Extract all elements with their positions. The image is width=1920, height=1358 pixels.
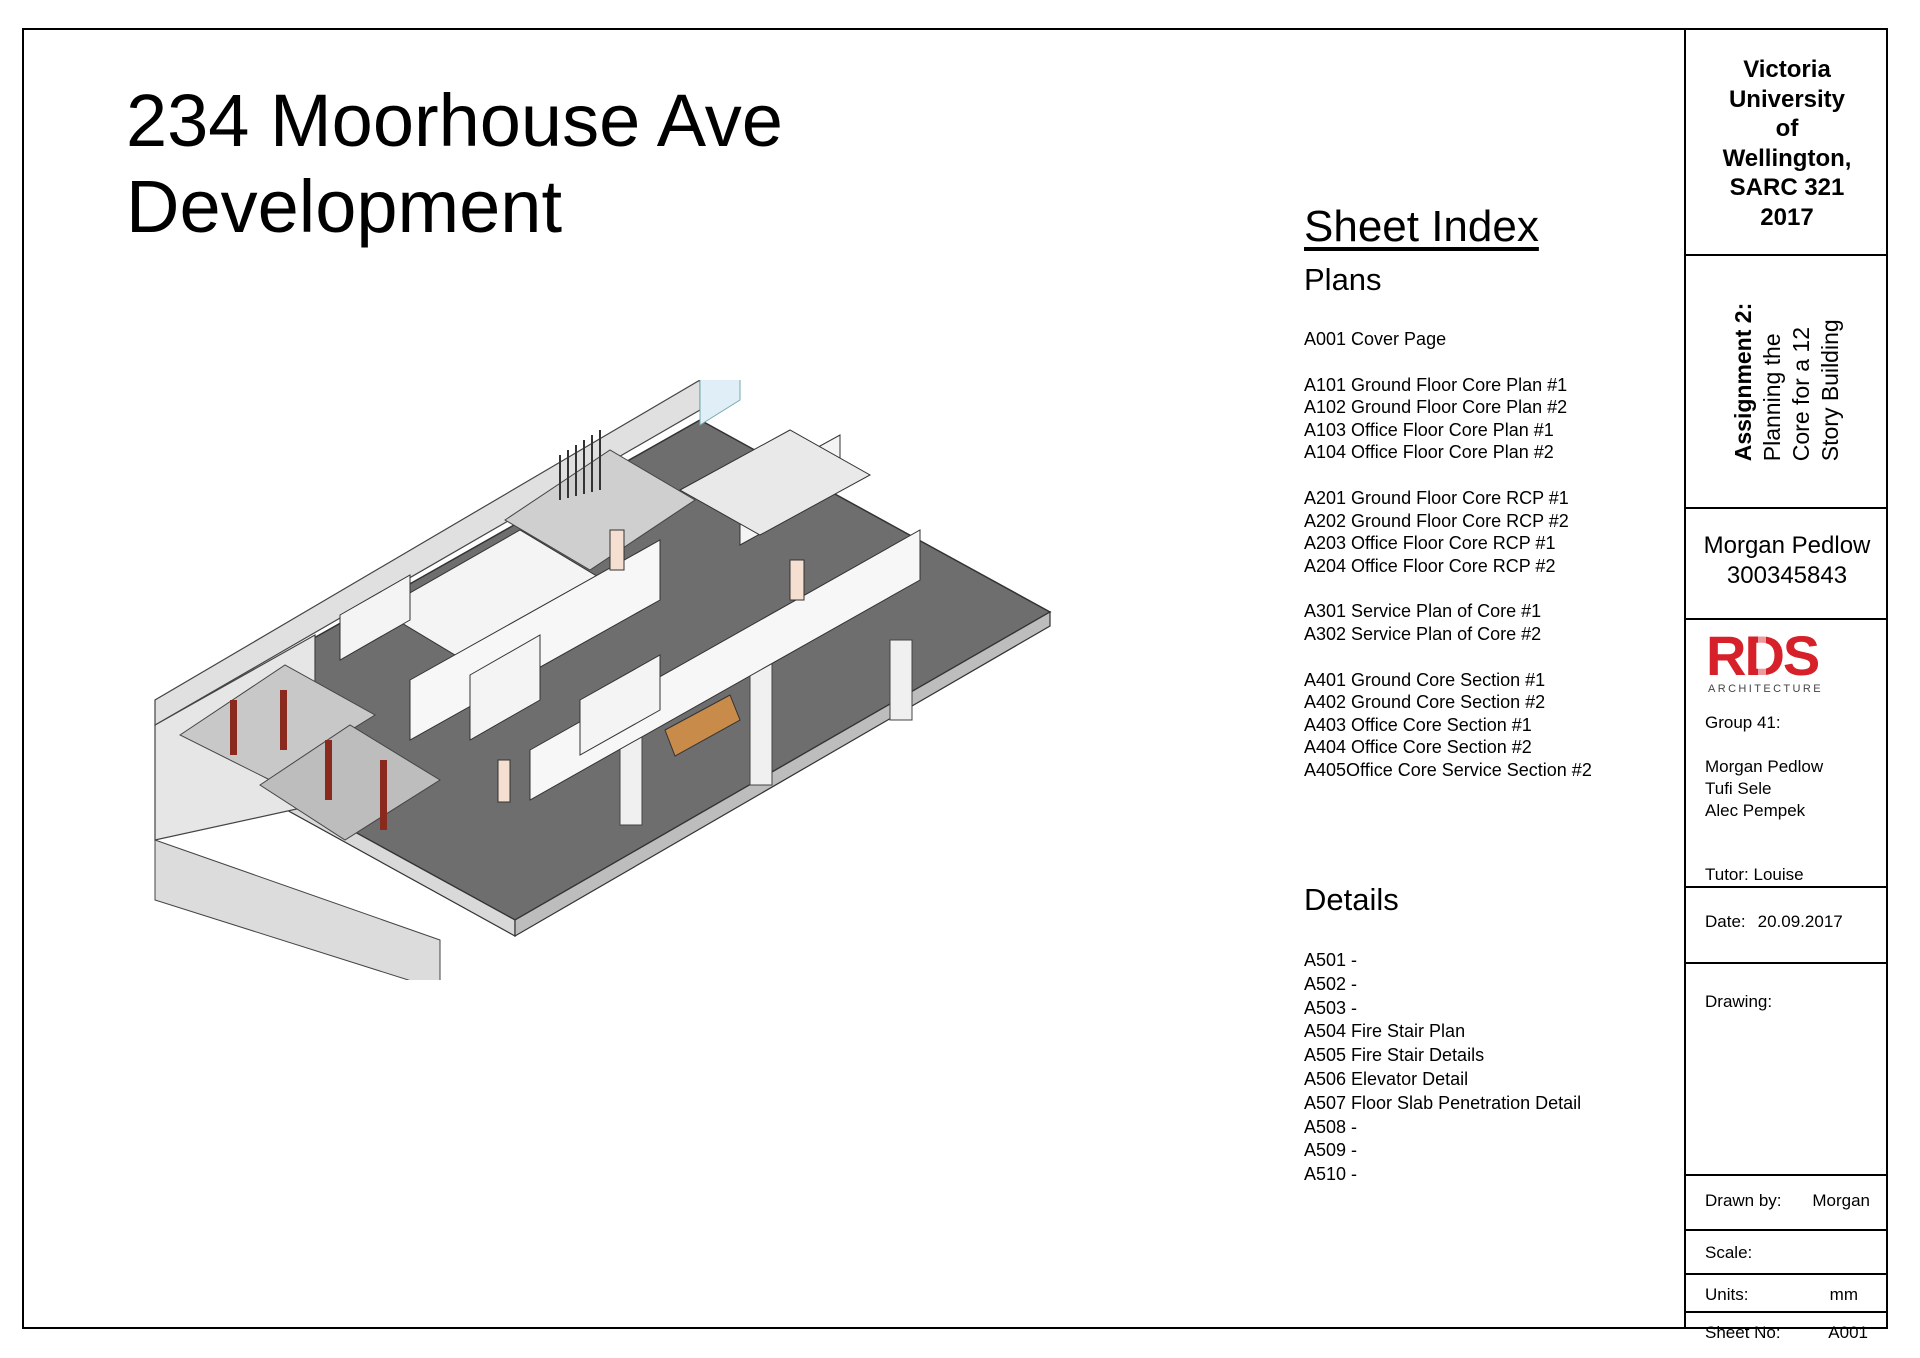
list-item: A502 - xyxy=(1304,973,1358,994)
list-item: A102 Ground Floor Core Plan #2 xyxy=(1304,397,1568,418)
lift-rail xyxy=(325,740,332,800)
student-name: Morgan Pedlow xyxy=(1703,532,1871,559)
project-title: 234 Moorhouse Ave Development xyxy=(126,78,783,250)
list-item: A001 Cover Page xyxy=(1304,329,1447,349)
list-item: A401 Ground Core Section #1 xyxy=(1304,669,1546,690)
group-cell: RDS ARCHITECTURE Group 41: Morgan Pedlow… xyxy=(1686,620,1888,888)
assignment-label: Assignment 2: xyxy=(1729,302,1756,461)
assignment-line: Story Building xyxy=(1816,318,1843,461)
list-item: A402 Ground Core Section #2 xyxy=(1304,692,1546,713)
student-cell: Morgan Pedlow 300345843 xyxy=(1686,509,1888,620)
list-item: A201 Ground Floor Core RCP #1 xyxy=(1304,487,1569,508)
scale-cell: Scale: xyxy=(1686,1231,1888,1275)
list-item: A302 Service Plan of Core #2 xyxy=(1304,623,1542,644)
university-line: Wellington, xyxy=(1722,144,1852,172)
list-item: A507 Floor Slab Penetration Detail xyxy=(1304,1092,1582,1113)
glass-panel xyxy=(699,380,741,426)
university-line: Victoria xyxy=(1743,56,1831,83)
list-item: A506 Elevator Detail xyxy=(1304,1068,1469,1089)
date-value: 20.09.2017 xyxy=(1757,912,1843,931)
details-heading: Details xyxy=(1304,882,1399,917)
list-item: A204 Office Floor Core RCP #2 xyxy=(1304,555,1556,576)
list-item: A510 - xyxy=(1304,1164,1358,1185)
rds-logo-icon: RDS ARCHITECTURE xyxy=(1706,624,1823,695)
project-title-line1: 234 Moorhouse Ave xyxy=(126,79,783,162)
drawing-label: Drawing: xyxy=(1705,992,1773,1011)
list-item: A301 Service Plan of Core #1 xyxy=(1304,601,1542,622)
list-item: A403 Office Core Section #1 xyxy=(1304,714,1532,735)
assignment-line: Core for a 12 xyxy=(1787,326,1814,461)
door xyxy=(789,559,805,601)
list-item: A101 Ground Floor Core Plan #1 xyxy=(1304,374,1568,395)
details-list: A501 - A502 - A503 - A504 Fire Stair Pla… xyxy=(1304,949,1581,1187)
list-item: A509 - xyxy=(1304,1140,1358,1161)
university-cell: Victoria University of Wellington, SARC … xyxy=(1686,28,1888,256)
list-item: A501 - xyxy=(1304,950,1358,970)
scale-label: Scale: xyxy=(1705,1243,1753,1262)
tutor-label: Tutor: Louise xyxy=(1705,865,1804,884)
sheet-no-value: A001 xyxy=(1828,1323,1868,1342)
list-item: A103 Office Floor Core Plan #1 xyxy=(1304,419,1554,440)
plans-list: A001 Cover Page A101 Ground Floor Core P… xyxy=(1304,328,1592,782)
lift-rail xyxy=(280,690,287,750)
sheet-no-label: Sheet No: xyxy=(1705,1323,1781,1342)
sheet-index-heading: Sheet Index xyxy=(1304,202,1539,251)
units-cell: Units: mm xyxy=(1686,1275,1888,1313)
list-item: A405Office Core Service Section #2 xyxy=(1304,759,1592,780)
assignment-cell: Assignment 2: Planning the Core for a 12… xyxy=(1686,256,1888,509)
date-label: Date: xyxy=(1705,912,1746,931)
member-name: Alec Pempek xyxy=(1705,801,1806,820)
date-cell: Date: 20.09.2017 xyxy=(1686,888,1888,964)
member-name: Tufi Sele xyxy=(1705,779,1772,798)
list-item: A505 Fire Stair Details xyxy=(1304,1045,1485,1066)
title-block: Victoria University of Wellington, SARC … xyxy=(1684,28,1888,1342)
units-value: mm xyxy=(1829,1285,1858,1304)
list-item: A202 Ground Floor Core RCP #2 xyxy=(1304,510,1569,531)
list-item: A104 Office Floor Core Plan #2 xyxy=(1304,442,1554,463)
member-name: Morgan Pedlow xyxy=(1705,757,1824,776)
svg-text:ARCHITECTURE: ARCHITECTURE xyxy=(1708,683,1823,695)
lift-rail xyxy=(230,700,237,755)
rds-logo: RDS ARCHITECTURE xyxy=(1706,624,1846,700)
university-line: SARC 321 xyxy=(1729,174,1845,201)
drawn-by-cell: Drawn by: Morgan xyxy=(1686,1176,1888,1231)
isometric-building-view xyxy=(154,380,1052,980)
list-item: A508 - xyxy=(1304,1116,1358,1137)
list-item: A504 Fire Stair Plan xyxy=(1304,1021,1466,1042)
lift-rail xyxy=(380,760,387,830)
student-id: 300345843 xyxy=(1726,562,1848,589)
group-members: Morgan Pedlow Tufi Sele Alec Pempek xyxy=(1686,756,1823,822)
assignment-title: Assignment 2: Planning the Core for a 12… xyxy=(1729,302,1845,460)
drawn-by-value: Morgan xyxy=(1812,1191,1870,1210)
group-label: Group 41: xyxy=(1705,713,1781,732)
drawing-cell: Drawing: xyxy=(1686,964,1888,1176)
drawn-by-label: Drawn by: xyxy=(1705,1191,1782,1210)
units-label: Units: xyxy=(1705,1285,1749,1304)
list-item: A203 Office Floor Core RCP #1 xyxy=(1304,533,1556,554)
university-line: of xyxy=(1775,115,1799,142)
column xyxy=(889,639,913,721)
sheet-no-cell: Sheet No: A001 xyxy=(1686,1313,1888,1342)
door xyxy=(609,529,625,571)
list-item: A503 - xyxy=(1304,997,1358,1018)
plans-heading: Plans xyxy=(1304,262,1382,297)
door xyxy=(497,759,511,803)
university-line: University xyxy=(1728,85,1846,113)
list-item: A404 Office Core Section #2 xyxy=(1304,737,1532,758)
university-line: 2017 xyxy=(1760,203,1814,231)
assignment-line: Planning the xyxy=(1758,332,1785,461)
project-title-line2: Development xyxy=(126,165,563,248)
